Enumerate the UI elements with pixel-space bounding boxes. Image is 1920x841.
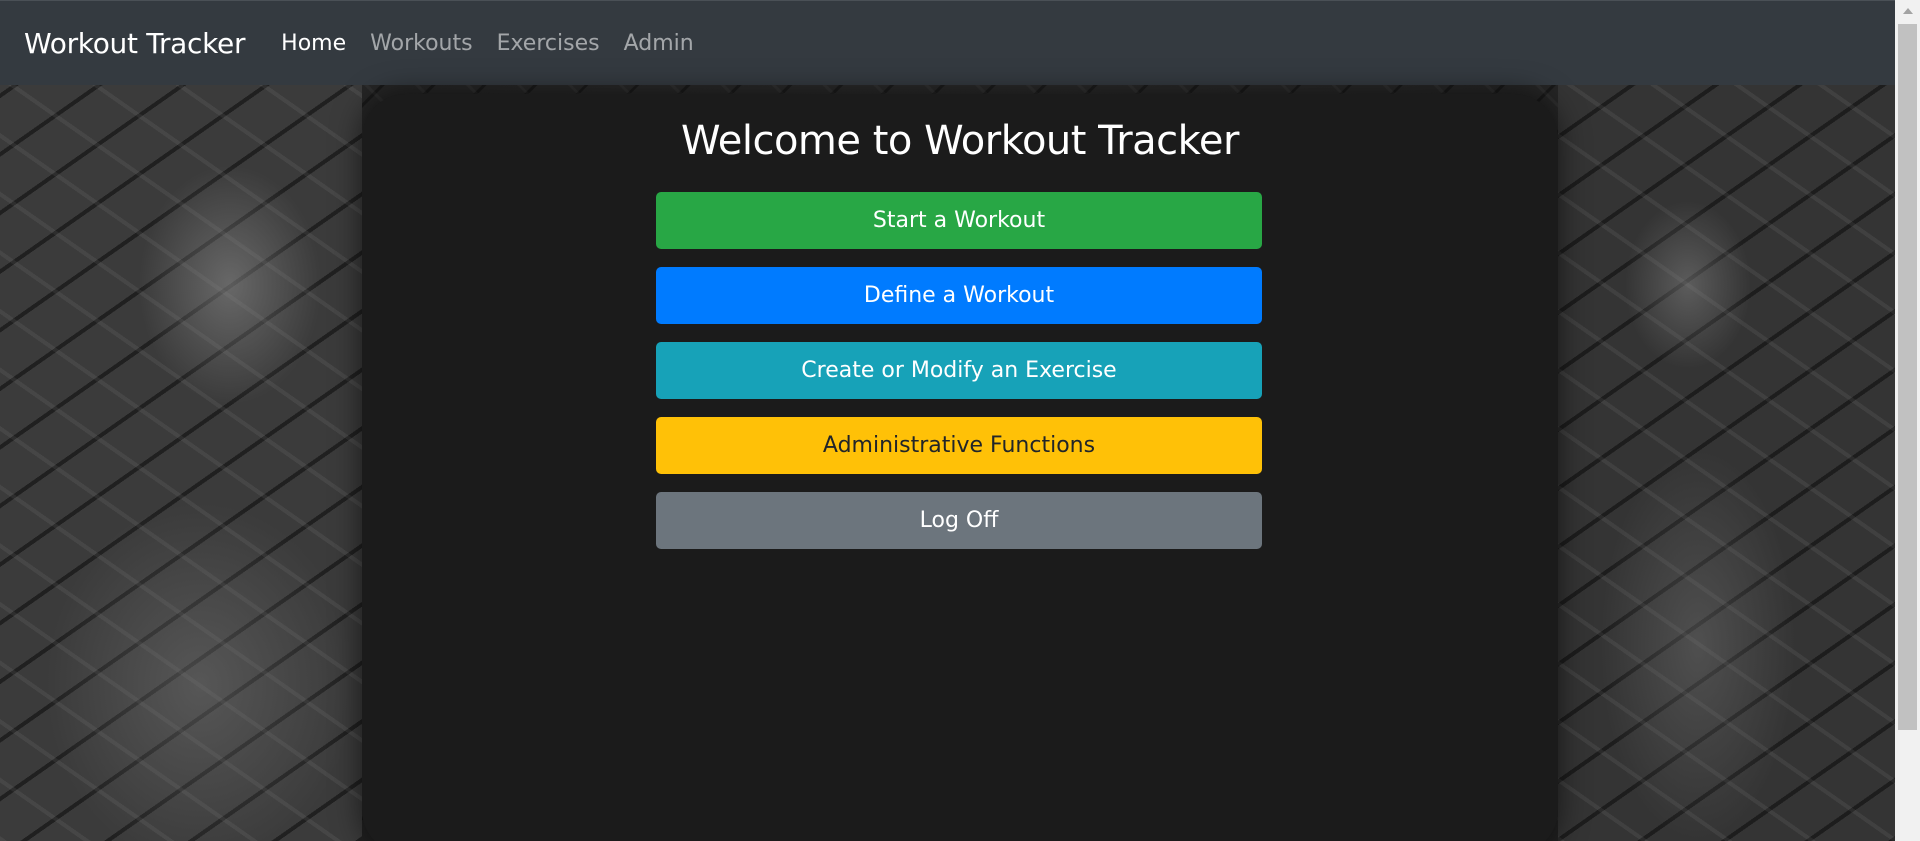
nav-link-admin[interactable]: Admin — [624, 31, 694, 56]
administrative-functions-button[interactable]: Administrative Functions — [656, 417, 1262, 474]
nav-link-exercises[interactable]: Exercises — [497, 31, 600, 56]
start-workout-button[interactable]: Start a Workout — [656, 192, 1262, 249]
main-panel: Welcome to Workout Tracker Start a Worko… — [362, 94, 1558, 841]
define-workout-button[interactable]: Define a Workout — [656, 267, 1262, 324]
background-photo-woman — [1558, 85, 1895, 841]
nav-link-workouts[interactable]: Workouts — [370, 31, 472, 56]
vertical-scrollbar[interactable] — [1895, 0, 1920, 841]
scroll-up-arrow-icon[interactable] — [1895, 0, 1920, 20]
log-off-button[interactable]: Log Off — [656, 492, 1262, 549]
scrollbar-thumb[interactable] — [1898, 24, 1917, 730]
navbar: Workout Tracker Home Workouts Exercises … — [0, 0, 1895, 85]
background-photo-man — [0, 85, 362, 841]
nav-link-home[interactable]: Home — [281, 31, 346, 56]
navbar-brand[interactable]: Workout Tracker — [24, 27, 245, 60]
create-modify-exercise-button[interactable]: Create or Modify an Exercise — [656, 342, 1262, 399]
page-title: Welcome to Workout Tracker — [681, 118, 1239, 164]
